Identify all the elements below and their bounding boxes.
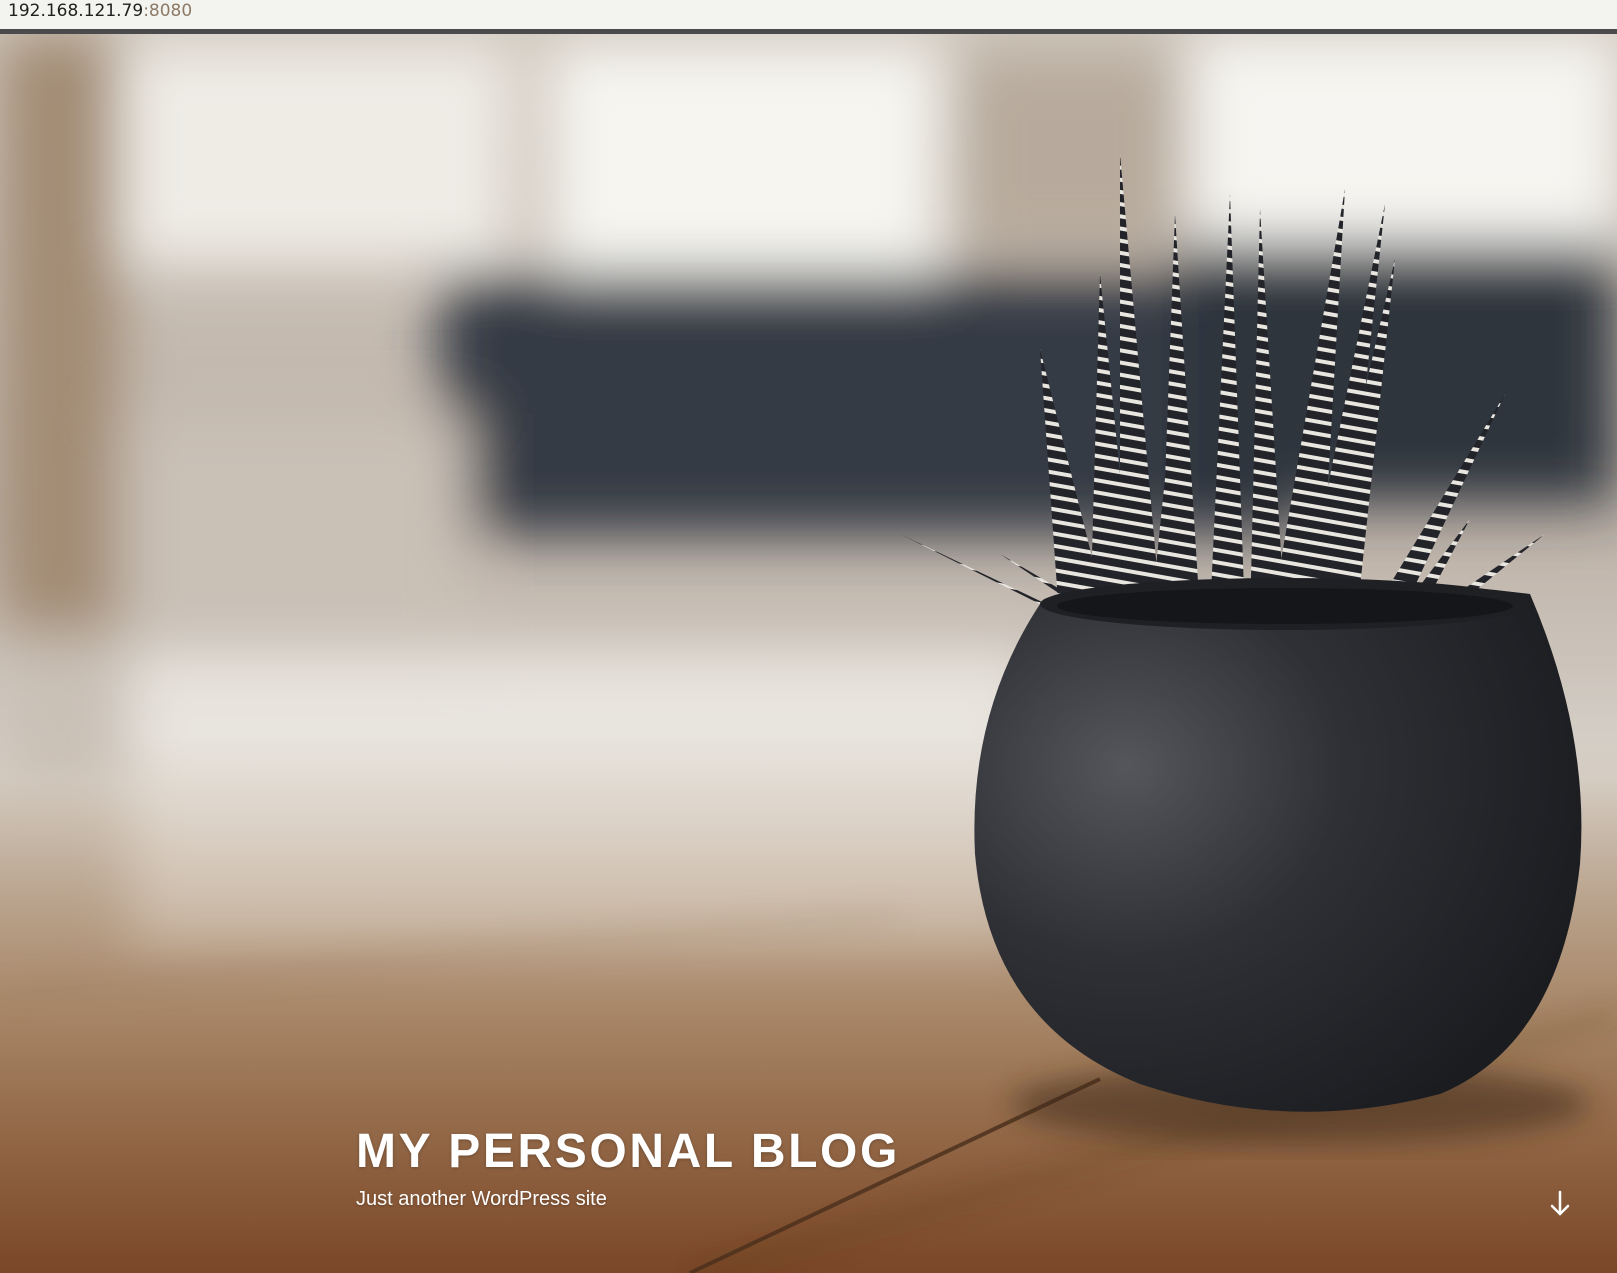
address-bar[interactable]: 192.168.121.79:8080 <box>0 0 1617 29</box>
browser-page: 192.168.121.79:8080 MY PERSONAL BLOG Jus… <box>0 0 1617 1273</box>
address-port[interactable]: :8080 <box>143 1 192 21</box>
scroll-down-button[interactable] <box>1540 1184 1580 1224</box>
arrow-down-icon <box>1550 1190 1570 1216</box>
site-title[interactable]: MY PERSONAL BLOG <box>356 1128 900 1176</box>
hero-header: MY PERSONAL BLOG Just another WordPress … <box>0 34 1617 1273</box>
address-host[interactable]: 192.168.121.79 <box>8 1 143 21</box>
plant-pot <box>974 578 1582 1112</box>
site-tagline: Just another WordPress site <box>356 1188 607 1210</box>
hero-image <box>0 34 1617 1273</box>
